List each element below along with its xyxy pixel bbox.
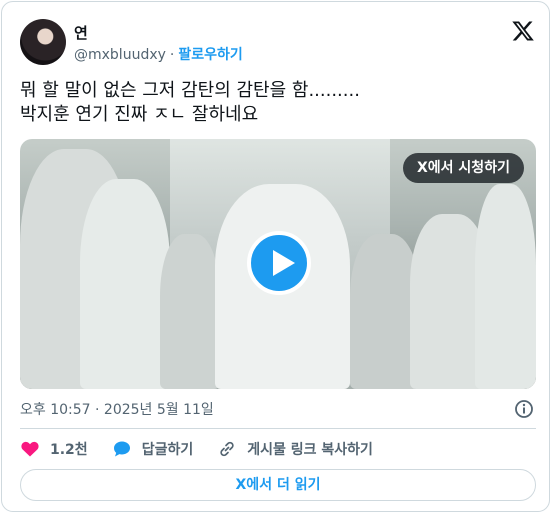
- follow-button[interactable]: 팔로우하기: [178, 47, 242, 63]
- action-bar: 1.2천 답글하기 게시물 링크 복사하기: [20, 438, 397, 460]
- avatar[interactable]: [20, 19, 66, 65]
- reply-button[interactable]: 답글하기: [112, 439, 194, 459]
- student-figure: [475, 184, 536, 389]
- tweet-text: 뭐 할 말이 없슨 그저 감탄의 감탄을 함......... 박지훈 연기 진…: [20, 80, 360, 125]
- x-logo-icon[interactable]: [511, 19, 535, 43]
- play-icon[interactable]: [247, 231, 311, 295]
- author-name[interactable]: 연: [74, 22, 88, 43]
- tweet-card: 연 @mxbluudxy · 팔로우하기 뭐 할 말이 없슨 그저 감탄의 감탄을 …: [1, 1, 550, 512]
- copy-link-label: 게시물 링크 복사하기: [247, 442, 373, 458]
- like-count: 1.2천: [50, 442, 88, 458]
- copy-link-button[interactable]: 게시물 링크 복사하기: [217, 439, 373, 459]
- like-button[interactable]: 1.2천: [20, 439, 88, 459]
- heart-icon: [21, 441, 39, 457]
- student-figure: [160, 234, 220, 389]
- speech-bubble-icon: [113, 441, 130, 457]
- author-handle[interactable]: @mxbluudxy: [74, 47, 166, 63]
- tweet-timestamp[interactable]: 오후 10:57 · 2025년 5월 11일: [20, 399, 214, 419]
- link-icon: [220, 441, 234, 457]
- divider: [20, 428, 536, 429]
- reply-label: 답글하기: [141, 442, 194, 458]
- watch-on-x-button[interactable]: X에서 시청하기: [403, 153, 524, 183]
- student-figure: [80, 179, 170, 389]
- author-handle-row: @mxbluudxy · 팔로우하기: [74, 44, 243, 64]
- read-more-button[interactable]: X에서 더 읽기: [20, 469, 536, 501]
- info-icon[interactable]: [514, 399, 534, 419]
- separator-dot: ·: [169, 47, 175, 63]
